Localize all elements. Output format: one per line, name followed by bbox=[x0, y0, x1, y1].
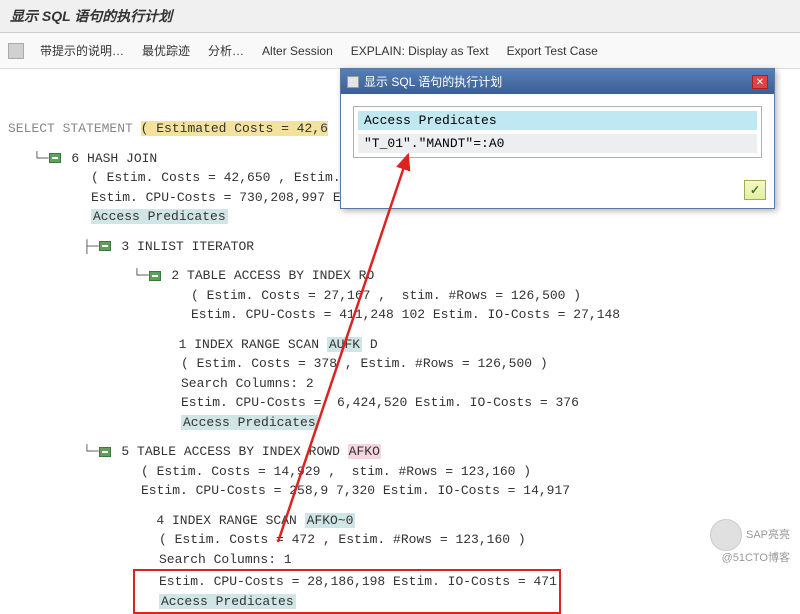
tool-export[interactable]: Export Test Case bbox=[499, 41, 606, 61]
predicate-popup: 显示 SQL 语句的执行计划 ✕ Access Predicates "T_01… bbox=[340, 68, 775, 209]
node-5[interactable]: └─ 5 TABLE ACCESS BY INDEX ROWD AFKO ( E… bbox=[83, 442, 800, 501]
popup-value-row: "T_01"."MANDT"=:A0 bbox=[358, 134, 757, 153]
access-predicates-link[interactable]: Access Predicates bbox=[159, 594, 296, 609]
node-3[interactable]: ├─ 3 INLIST ITERATOR bbox=[83, 237, 800, 257]
expand-icon[interactable] bbox=[149, 271, 161, 281]
popup-titlebar[interactable]: 显示 SQL 语句的执行计划 ✕ bbox=[341, 69, 774, 94]
node-1[interactable]: 1 INDEX RANGE SCAN AUFK D ( Estim. Costs… bbox=[163, 335, 800, 433]
node-2[interactable]: └─ 2 TABLE ACCESS BY INDEX RO ( Estim. C… bbox=[133, 266, 800, 325]
toolbar: 带提示的说明… 最优踪迹 分析… Alter Session EXPLAIN: … bbox=[0, 33, 800, 69]
tool-alter-session[interactable]: Alter Session bbox=[254, 41, 341, 61]
access-predicates-link[interactable]: Access Predicates bbox=[91, 209, 228, 224]
tool-analyze[interactable]: 分析… bbox=[200, 39, 252, 62]
expand-icon[interactable] bbox=[99, 241, 111, 251]
page-title: 显示 SQL 语句的执行计划 bbox=[0, 0, 800, 33]
popup-content: Access Predicates "T_01"."MANDT"=:A0 bbox=[353, 106, 762, 158]
highlighted-predicate-box: Estim. CPU-Costs = 28,186,198 Estim. IO-… bbox=[133, 569, 561, 614]
wechat-icon bbox=[710, 519, 742, 551]
watermark: SAP亮亮 @51CTO博客 bbox=[710, 519, 790, 566]
close-icon[interactable]: ✕ bbox=[752, 75, 768, 89]
expand-icon[interactable] bbox=[99, 447, 111, 457]
popup-header-row: Access Predicates bbox=[358, 111, 757, 130]
document-icon bbox=[347, 76, 359, 88]
toolbar-icon[interactable] bbox=[8, 43, 24, 59]
node-4[interactable]: 4 INDEX RANGE SCAN AFKO~0 ( Estim. Costs… bbox=[133, 511, 800, 614]
tool-trace[interactable]: 最优踪迹 bbox=[134, 39, 198, 62]
expand-icon[interactable] bbox=[49, 153, 61, 163]
tool-hint[interactable]: 带提示的说明… bbox=[32, 39, 132, 62]
ok-button[interactable]: ✓ bbox=[744, 180, 766, 200]
tool-explain[interactable]: EXPLAIN: Display as Text bbox=[343, 41, 497, 61]
access-predicates-link[interactable]: Access Predicates bbox=[181, 415, 318, 430]
